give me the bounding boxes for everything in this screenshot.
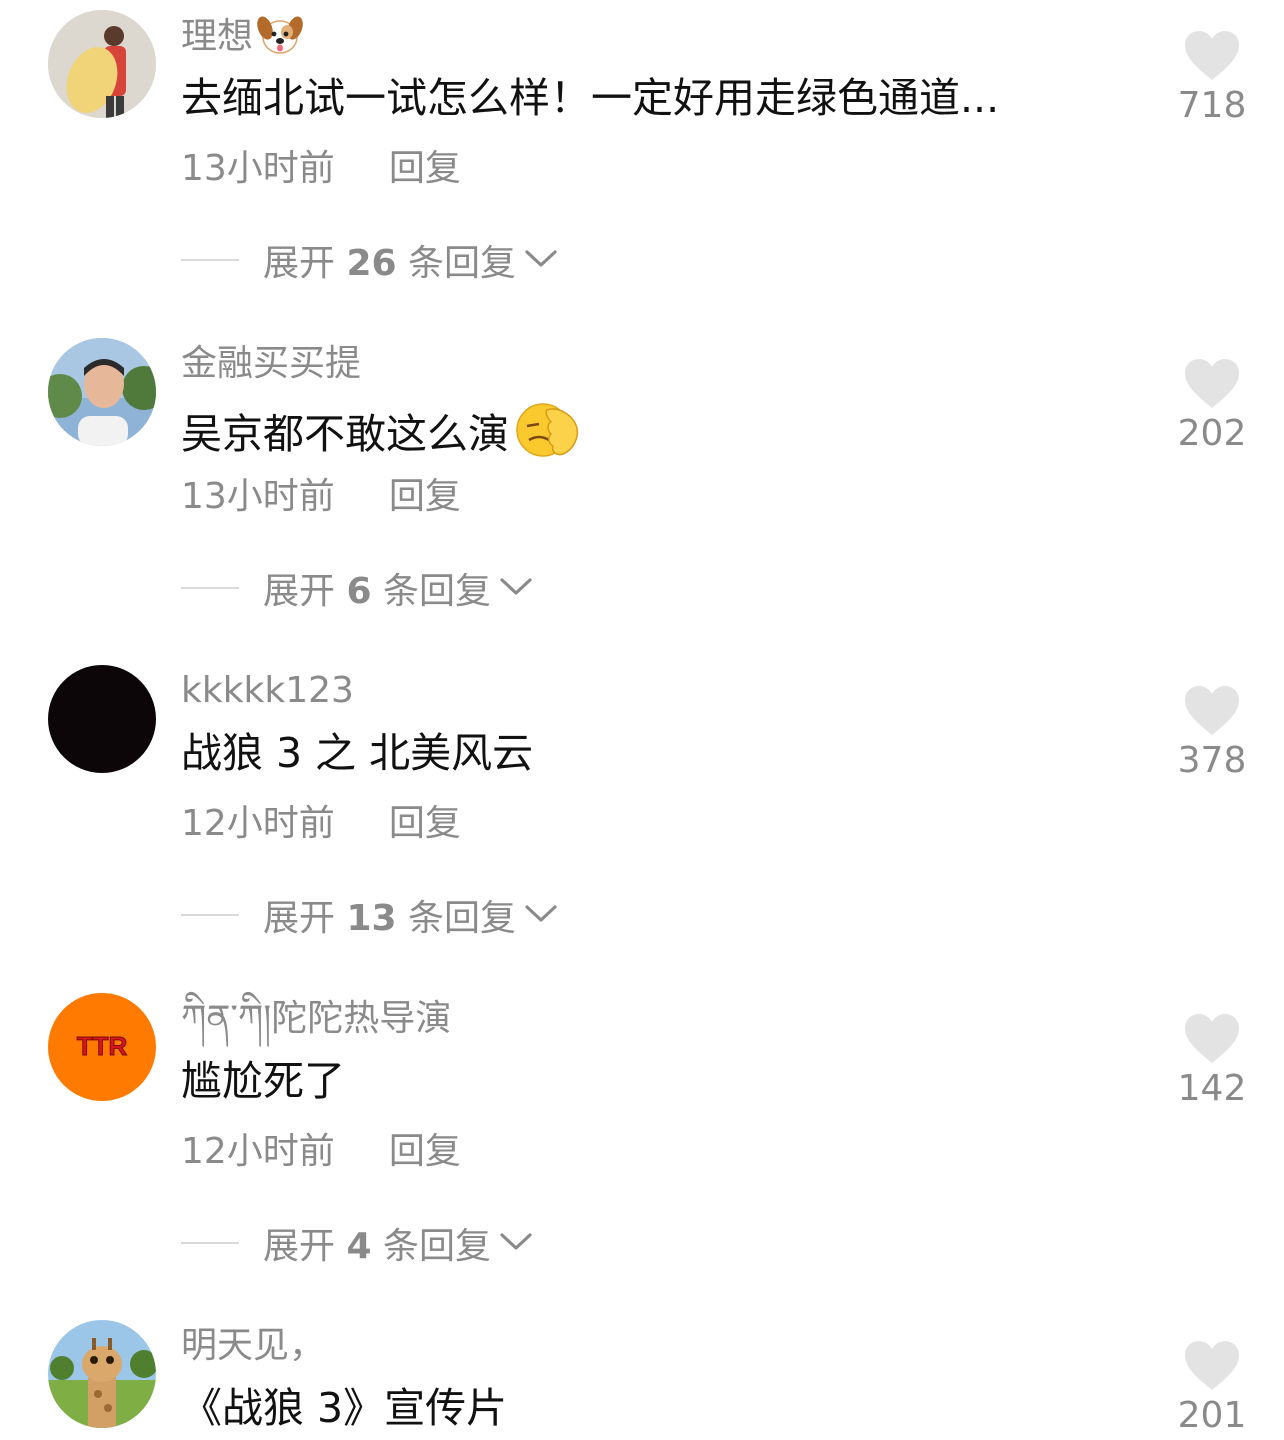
- comment-text: 《战狼 3》宣传片: [181, 1384, 508, 1432]
- chevron-down-icon: [499, 1231, 533, 1255]
- reply-button[interactable]: 回复: [389, 803, 461, 844]
- svg-text:TTR: TTR: [77, 1031, 128, 1061]
- heart-icon: [1185, 31, 1239, 80]
- reply-count: 6: [346, 571, 372, 612]
- expand-replies-label: 展开 26 条回复: [263, 243, 517, 284]
- username[interactable]: 金融买买提: [181, 342, 361, 386]
- avatar-image: [48, 665, 156, 773]
- comment-text: 战狼 3 之 北美风云: [181, 729, 534, 777]
- comment-item: TTR ཀིན་ཀི།陀陀热导演 尴尬死了 12小时前 回复 展开 4 条回复 1…: [0, 983, 1284, 1303]
- avatar-image: [48, 10, 156, 118]
- face-palm-emoji: [513, 400, 581, 470]
- avatar[interactable]: [48, 338, 156, 446]
- timestamp: 12小时前: [181, 1131, 335, 1172]
- divider-line: [181, 914, 239, 916]
- divider-line: [181, 587, 239, 589]
- timestamp: 12小时前: [181, 803, 335, 844]
- like-count: 378: [1177, 740, 1247, 781]
- like-count: 202: [1177, 413, 1247, 454]
- username[interactable]: kkkkk123: [181, 669, 354, 713]
- comment-item: kkkkk123 战狼 3 之 北美风云 12小时前 回复 展开 13 条回复 3…: [0, 655, 1284, 975]
- heart-icon: [1185, 1341, 1239, 1390]
- avatar-image: [48, 338, 156, 446]
- expand-replies-button[interactable]: 展开 13 条回复: [181, 890, 558, 940]
- comment-text: 尴尬死了: [181, 1057, 345, 1105]
- reply-button[interactable]: 回复: [389, 148, 461, 189]
- heart-icon: [1185, 1014, 1239, 1063]
- expand-replies-label: 展开 4 条回复: [263, 1226, 491, 1267]
- avatar[interactable]: [48, 1320, 156, 1428]
- like-count: 718: [1177, 85, 1247, 126]
- reply-count: 26: [346, 243, 397, 284]
- dog-face-emoji: [257, 14, 303, 67]
- avatar[interactable]: [48, 10, 156, 118]
- like-count: 201: [1177, 1395, 1247, 1436]
- username[interactable]: 理想: [181, 14, 303, 67]
- expand-replies-button[interactable]: 展开 4 条回复: [181, 1218, 533, 1268]
- divider-line: [181, 259, 239, 261]
- like-button[interactable]: 378: [1172, 685, 1252, 783]
- comment-meta: 12小时前 回复: [181, 801, 461, 847]
- comment-meta: 13小时前 回复: [181, 474, 461, 520]
- comment-meta: 13小时前 回复: [181, 146, 461, 192]
- avatar[interactable]: TTR: [48, 993, 156, 1101]
- like-button[interactable]: 718: [1172, 30, 1252, 128]
- chevron-down-icon: [499, 576, 533, 600]
- chevron-down-icon: [524, 903, 558, 927]
- avatar-image: TTR: [48, 993, 156, 1101]
- comment-item: 明天见， 《战狼 3》宣传片 201: [0, 1310, 1284, 1440]
- like-button[interactable]: 142: [1172, 1013, 1252, 1111]
- expand-replies-button[interactable]: 展开 6 条回复: [181, 563, 533, 613]
- divider-line: [181, 1242, 239, 1244]
- comment-meta: 12小时前 回复: [181, 1129, 461, 1175]
- timestamp: 13小时前: [181, 148, 335, 189]
- reply-button[interactable]: 回复: [389, 476, 461, 517]
- heart-icon: [1185, 686, 1239, 735]
- comment-item: 金融买买提 吴京都不敢这么演 13小时前 回复 展开 6 条回复 202: [0, 328, 1284, 648]
- reply-button[interactable]: 回复: [389, 1131, 461, 1172]
- comment-text: 吴京都不敢这么演: [181, 400, 581, 470]
- username[interactable]: 明天见，: [181, 1324, 325, 1368]
- like-button[interactable]: 201: [1172, 1340, 1252, 1438]
- reply-count: 13: [346, 898, 397, 939]
- expand-replies-label: 展开 13 条回复: [263, 898, 517, 939]
- comment-text: 去缅北试一试怎么样！一定好用走绿色通道...: [181, 74, 1000, 122]
- comment-item: 理想 去缅北试一试怎么样！一定好用走绿色通道... 13小时前 回复 展开 26 …: [0, 0, 1284, 320]
- like-button[interactable]: 202: [1172, 358, 1252, 456]
- expand-replies-button[interactable]: 展开 26 条回复: [181, 235, 558, 285]
- heart-icon: [1185, 359, 1239, 408]
- expand-replies-label: 展开 6 条回复: [263, 571, 491, 612]
- reply-count: 4: [346, 1226, 372, 1267]
- avatar-image: [48, 1320, 156, 1428]
- chevron-down-icon: [524, 248, 558, 272]
- timestamp: 13小时前: [181, 476, 335, 517]
- username[interactable]: ཀིན་ཀི།陀陀热导演: [181, 997, 451, 1041]
- like-count: 142: [1177, 1068, 1247, 1109]
- avatar[interactable]: [48, 665, 156, 773]
